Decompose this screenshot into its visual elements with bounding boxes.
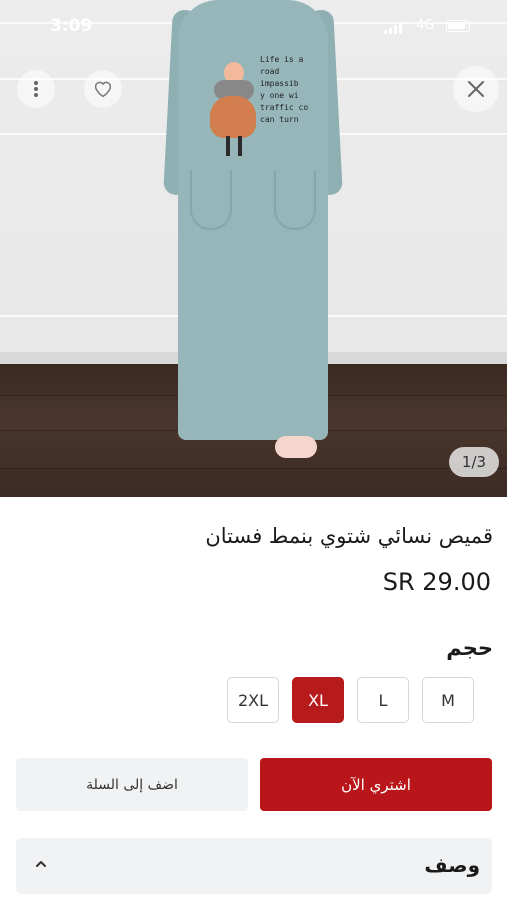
heart-icon: [94, 81, 112, 98]
favorite-button[interactable]: [84, 70, 122, 108]
more-vertical-icon: [34, 81, 38, 97]
signal-icon: [384, 22, 402, 34]
size-section-label: حجم: [446, 636, 493, 660]
floor-plank: [0, 468, 507, 469]
dress-pocket: [274, 170, 316, 230]
dress-print-text: Life is a road impassib y one wi traffic…: [260, 55, 309, 124]
size-option-l[interactable]: L: [357, 677, 409, 723]
dress-pocket: [190, 170, 232, 230]
dress-print-girl: [210, 62, 258, 157]
network-type: 4G: [416, 18, 435, 33]
size-option-xl[interactable]: XL: [292, 677, 344, 723]
size-selector: 2XL XL L M: [227, 677, 478, 723]
product-image[interactable]: Life is a road impassib y one wi traffic…: [0, 0, 507, 497]
product-price: SR 29.00: [382, 568, 491, 596]
product-title: قميص نسائي شتوي بنمط فستان: [205, 524, 493, 548]
dress-illustration: Life is a road impassib y one wi traffic…: [163, 0, 343, 445]
chevron-up-icon: [36, 861, 46, 867]
description-label: وصف: [424, 853, 480, 877]
close-icon: [468, 81, 484, 97]
status-bar: 3:09 4G: [0, 0, 507, 56]
description-accordion[interactable]: وصف: [16, 838, 492, 894]
close-button[interactable]: [453, 66, 499, 112]
add-to-cart-button[interactable]: اضف إلى السلة: [16, 758, 248, 811]
slipper: [275, 436, 317, 458]
battery-icon: [446, 20, 470, 32]
more-options-button[interactable]: [17, 70, 55, 108]
image-page-indicator: 1/3: [449, 447, 499, 477]
status-time: 3:09: [50, 16, 93, 36]
size-option-m[interactable]: M: [422, 677, 474, 723]
size-option-2xl[interactable]: 2XL: [227, 677, 279, 723]
buy-now-button[interactable]: اشتري الآن: [260, 758, 492, 811]
